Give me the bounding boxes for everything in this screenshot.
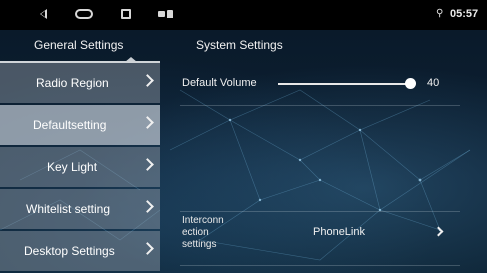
- interconnection-settings-label: Interconn ection settings: [182, 215, 242, 251]
- settings-panel: Default Volume 40 Interconn ection setti…: [170, 63, 470, 273]
- sidebar-item-radio-region[interactable]: Radio Region: [0, 63, 160, 103]
- sidebar-item-whitelist-setting[interactable]: Whitelist setting: [0, 189, 160, 229]
- clock: 05:57: [450, 8, 479, 20]
- sidebar-item-label: Desktop Settings: [24, 244, 115, 258]
- chevron-right-icon: [141, 158, 154, 171]
- chevron-right-icon: [141, 200, 154, 213]
- sidebar-item-key-light[interactable]: Key Light: [0, 147, 160, 187]
- settings-screen: General Settings System Settings Radio R…: [0, 30, 487, 273]
- lock-notification-icon: [167, 10, 173, 18]
- label-line: ection: [182, 227, 209, 238]
- sidebar-item-label: Key Light: [47, 160, 98, 174]
- back-icon[interactable]: [40, 9, 47, 19]
- tab-bar: General Settings System Settings: [0, 30, 487, 63]
- sidebar-item-label: Defaultsetting: [33, 118, 107, 132]
- default-volume-row: Default Volume 40: [170, 63, 465, 105]
- tab-system-settings[interactable]: System Settings: [196, 38, 283, 52]
- volume-slider-track[interactable]: [278, 83, 408, 85]
- volume-slider-knob[interactable]: [405, 78, 416, 89]
- default-volume-label: Default Volume: [182, 77, 257, 89]
- divider: [180, 265, 460, 266]
- interconnection-value: PhoneLink: [313, 226, 365, 238]
- interconnection-settings-row[interactable]: Interconn ection settings PhoneLink: [170, 213, 465, 263]
- recent-apps-icon[interactable]: [121, 9, 131, 19]
- label-line: settings: [182, 239, 217, 250]
- home-icon[interactable]: [75, 9, 93, 19]
- divider: [180, 211, 460, 212]
- sidebar-item-label: Radio Region: [36, 76, 109, 90]
- label-line: Interconn: [182, 215, 224, 226]
- sidebar: Radio Region Defaultsetting Key Light Wh…: [0, 63, 160, 273]
- volume-value: 40: [427, 77, 440, 89]
- sidebar-item-label: Whitelist setting: [26, 202, 111, 216]
- status-bar: ⚲ 05:57: [0, 0, 487, 30]
- sidebar-item-desktop-settings[interactable]: Desktop Settings: [0, 231, 160, 271]
- tab-general-settings[interactable]: General Settings: [34, 38, 123, 52]
- chevron-right-icon: [141, 242, 154, 255]
- location-icon: ⚲: [436, 8, 444, 19]
- divider: [180, 105, 460, 106]
- chevron-right-icon[interactable]: [433, 226, 444, 237]
- image-notification-icon: [158, 11, 165, 17]
- sidebar-item-defaultsetting[interactable]: Defaultsetting: [0, 105, 160, 145]
- chevron-right-icon: [141, 116, 154, 129]
- chevron-right-icon: [141, 74, 154, 87]
